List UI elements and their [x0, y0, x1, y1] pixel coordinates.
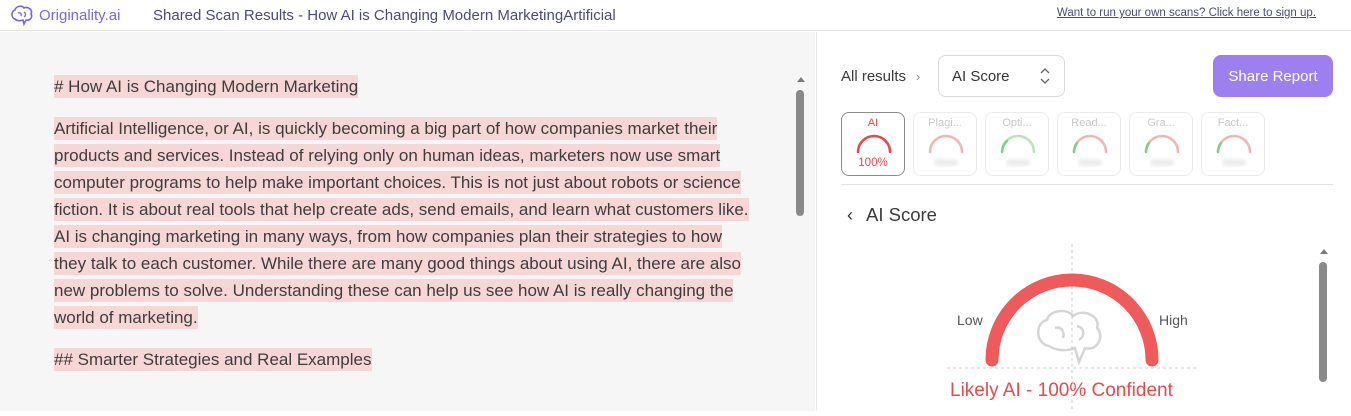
chevron-right-icon: ›	[916, 69, 921, 84]
tab-fact-check[interactable]: Fact...	[1201, 112, 1265, 176]
scrollbar-thumb[interactable]	[1319, 262, 1327, 382]
scroll-up-arrow-icon[interactable]	[797, 77, 805, 82]
tab-label: Read...	[1071, 117, 1107, 129]
gauge-high-label: High	[1159, 312, 1188, 328]
verdict-text: Likely AI - 100% Confident	[950, 380, 1173, 401]
top-bar: Originality.ai Shared Scan Results - How…	[0, 0, 1351, 31]
mini-gauge-icon	[1216, 134, 1252, 154]
blurred-value	[934, 159, 958, 166]
tab-readability[interactable]: Read...	[1057, 112, 1121, 176]
page-title: Shared Scan Results - How AI is Changing…	[153, 7, 616, 24]
blurred-value	[1006, 159, 1030, 166]
document-content: # How AI is Changing Modern Marketing Ar…	[54, 73, 754, 388]
tab-label: Fact...	[1217, 117, 1249, 129]
tab-label: Opti...	[1002, 117, 1032, 129]
tab-label: AI	[867, 117, 879, 129]
brain-logo-icon	[11, 5, 33, 26]
brand[interactable]: Originality.ai	[10, 4, 120, 26]
document-pane: # How AI is Changing Modern Marketing Ar…	[0, 32, 815, 411]
brand-name: Originality.ai	[39, 6, 121, 24]
panel-scrollbar[interactable]	[1317, 246, 1331, 416]
blurred-value	[1078, 159, 1102, 166]
chevron-left-icon[interactable]: ‹	[847, 205, 853, 226]
mini-gauge-icon	[1072, 134, 1108, 154]
document-paragraph: Artificial Intelligence, or AI, is quick…	[54, 117, 749, 329]
score-tabs: AI 100% Plagi... Opti... Read... Gra... …	[841, 112, 1265, 176]
tab-grammar[interactable]: Gra...	[1129, 112, 1193, 176]
section-title: AI Score	[866, 204, 937, 225]
scroll-up-arrow-icon[interactable]	[1320, 249, 1328, 254]
results-panel: All results › AI Score Share Report AI 1…	[816, 32, 1351, 411]
mini-gauge-icon	[1000, 134, 1036, 154]
gauge-low-label: Low	[957, 312, 983, 328]
blurred-value	[1222, 159, 1246, 166]
tab-value: 100%	[858, 157, 888, 169]
divider	[841, 184, 1333, 185]
mini-gauge-icon	[928, 134, 964, 154]
scrollbar-thumb[interactable]	[796, 90, 804, 216]
mini-gauge-icon	[856, 134, 892, 154]
section-header[interactable]: ‹ AI Score	[847, 204, 937, 226]
score-type-select[interactable]: AI Score	[938, 55, 1065, 97]
document-subheading: ## Smarter Strategies and Real Examples	[54, 348, 372, 371]
blurred-value	[1150, 159, 1174, 166]
tab-label: Plagi...	[928, 117, 962, 129]
mini-gauge-icon	[1144, 134, 1180, 154]
all-results-label: All results	[841, 68, 907, 85]
share-report-button[interactable]: Share Report	[1213, 55, 1333, 97]
brain-watermark-icon	[1037, 309, 1102, 366]
document-scrollbar[interactable]	[794, 32, 808, 411]
tab-plagiarism[interactable]: Plagi...	[913, 112, 977, 176]
updown-chevron-icon	[1040, 68, 1050, 84]
tab-ai[interactable]: AI 100%	[841, 112, 905, 176]
select-value: AI Score	[952, 67, 1010, 85]
all-results-breadcrumb[interactable]: All results ›	[841, 68, 920, 85]
tab-optimization[interactable]: Opti...	[985, 112, 1049, 176]
tab-label: Gra...	[1147, 117, 1175, 129]
signup-link[interactable]: Want to run your own scans? Click here t…	[1057, 7, 1316, 19]
document-heading: # How AI is Changing Modern Marketing	[54, 75, 359, 98]
